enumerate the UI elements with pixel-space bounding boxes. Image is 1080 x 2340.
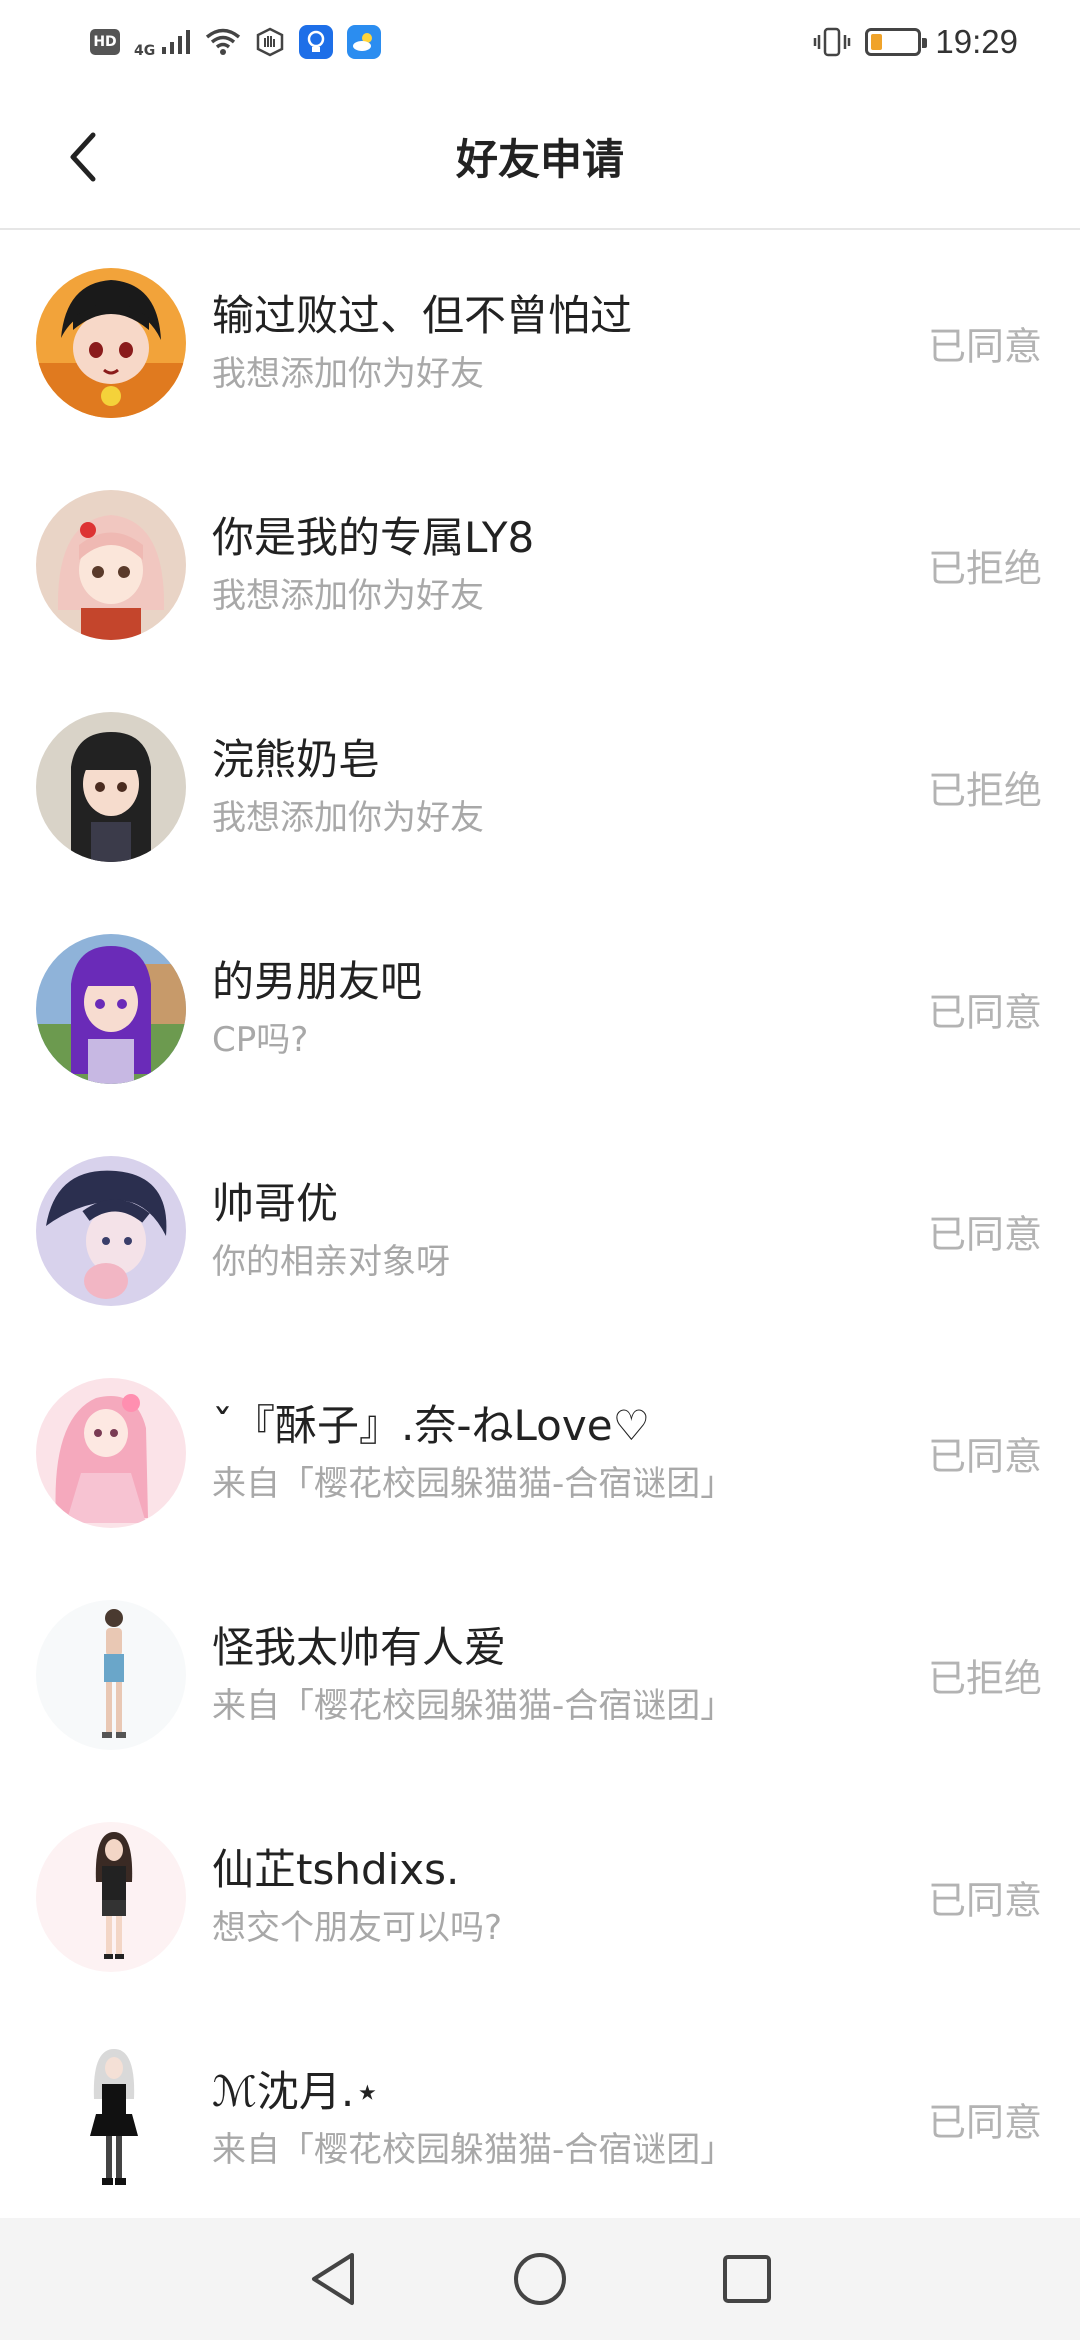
request-name: 帅哥优 (212, 1179, 339, 1228)
request-message: 我想添加你为好友 (212, 576, 484, 616)
request-status: 已拒绝 (927, 1656, 1042, 1701)
nav-back-button[interactable] (298, 2244, 368, 2314)
nav-recents-button[interactable] (712, 2244, 782, 2314)
battery-level (871, 34, 883, 50)
request-message: 我想添加你为好友 (212, 354, 484, 394)
wifi-icon (205, 28, 241, 56)
clock: 19:29 (935, 23, 1018, 60)
chevron-left-icon (70, 132, 96, 182)
hand-icon (255, 27, 285, 57)
signal-icon (161, 29, 191, 55)
avatar[interactable] (36, 1600, 186, 1750)
avatar[interactable] (36, 934, 186, 1084)
hd-badge: HD (90, 29, 120, 55)
friend-request-row[interactable]: 输过败过、但不曾怕过 我想添加你为好友 已同意 (0, 232, 1080, 454)
avatar[interactable] (36, 1378, 186, 1528)
request-name: 浣熊奶皂 (212, 735, 381, 784)
request-name: 仙芷tshdixs. (212, 1845, 460, 1894)
system-nav-bar (0, 2218, 1080, 2340)
request-name: ℳ沈月.⋆ (212, 2067, 381, 2116)
status-bar-right: 19:29 (813, 23, 1018, 61)
request-message: 我想添加你为好友 (212, 798, 484, 838)
friend-request-row[interactable]: ˇ『酥子』.奈-ねLove♡ 来自「樱花校园躲猫猫-合宿谜团」 已同意 (0, 1342, 1080, 1564)
avatar[interactable] (36, 490, 186, 640)
request-message: 来自「樱花校园躲猫猫-合宿谜团」 (212, 2130, 735, 2170)
request-message: 你的相亲对象呀 (212, 1242, 450, 1282)
request-name: 你是我的专属LY8 (212, 513, 535, 562)
avatar[interactable] (36, 2044, 186, 2194)
friend-request-row[interactable]: 浣熊奶皂 我想添加你为好友 已拒绝 (0, 676, 1080, 898)
avatar[interactable] (36, 1156, 186, 1306)
avatar[interactable] (36, 268, 186, 418)
friend-request-row[interactable]: 帅哥优 你的相亲对象呀 已同意 (0, 1120, 1080, 1342)
request-message: 想交个朋友可以吗? (212, 1908, 503, 1948)
triangle-back-icon (312, 2253, 355, 2305)
vibrate-icon (813, 26, 851, 58)
request-status: 已同意 (927, 990, 1042, 1035)
bulb-app-icon (299, 25, 334, 59)
friend-request-row[interactable]: 怪我太帅有人爱 来自「樱花校园躲猫猫-合宿谜团」 已拒绝 (0, 1564, 1080, 1786)
friend-request-row[interactable]: 你是我的专属LY8 我想添加你为好友 已拒绝 (0, 454, 1080, 676)
request-status: 已同意 (927, 2100, 1042, 2145)
friend-request-row[interactable]: 的男朋友吧 CP吗? 已同意 (0, 898, 1080, 1120)
back-button[interactable] (48, 122, 118, 192)
page-title: 好友申请 (455, 134, 624, 184)
request-status: 已同意 (927, 1212, 1042, 1257)
weather-app-icon (347, 25, 382, 59)
request-status: 已拒绝 (927, 546, 1042, 591)
app-header: 好友申请 (0, 84, 1080, 230)
request-status: 已拒绝 (927, 768, 1042, 813)
circle-home-icon (513, 2253, 566, 2305)
avatar[interactable] (36, 1822, 186, 1972)
request-status: 已同意 (927, 1434, 1042, 1479)
request-name: 怪我太帅有人爱 (212, 1623, 507, 1672)
request-message: CP吗? (212, 1020, 309, 1060)
status-bar-left: HD 4G (90, 25, 382, 59)
request-name: ˇ『酥子』.奈-ねLove♡ (212, 1401, 651, 1450)
network-type: 4G (134, 43, 156, 59)
square-recents-icon (722, 2255, 771, 2303)
request-name: 的男朋友吧 (212, 957, 423, 1006)
request-message: 来自「樱花校园躲猫猫-合宿谜团」 (212, 1686, 735, 1726)
friend-request-list: 输过败过、但不曾怕过 我想添加你为好友 已同意 你是我的专属LY8 我想添加你为… (0, 232, 1080, 2230)
nav-home-button[interactable] (505, 2244, 575, 2314)
friend-request-row[interactable]: ℳ沈月.⋆ 来自「樱花校园躲猫猫-合宿谜团」 已同意 (0, 2008, 1080, 2230)
avatar[interactable] (36, 712, 186, 862)
request-status: 已同意 (927, 1878, 1042, 1923)
friend-request-row[interactable]: 仙芷tshdixs. 想交个朋友可以吗? 已同意 (0, 1786, 1080, 2008)
status-bar: HD 4G 19:29 (0, 0, 1080, 84)
battery-icon (865, 28, 928, 56)
request-name: 输过败过、但不曾怕过 (212, 291, 633, 340)
request-status: 已同意 (927, 324, 1042, 369)
request-message: 来自「樱花校园躲猫猫-合宿谜团」 (212, 1464, 735, 1504)
